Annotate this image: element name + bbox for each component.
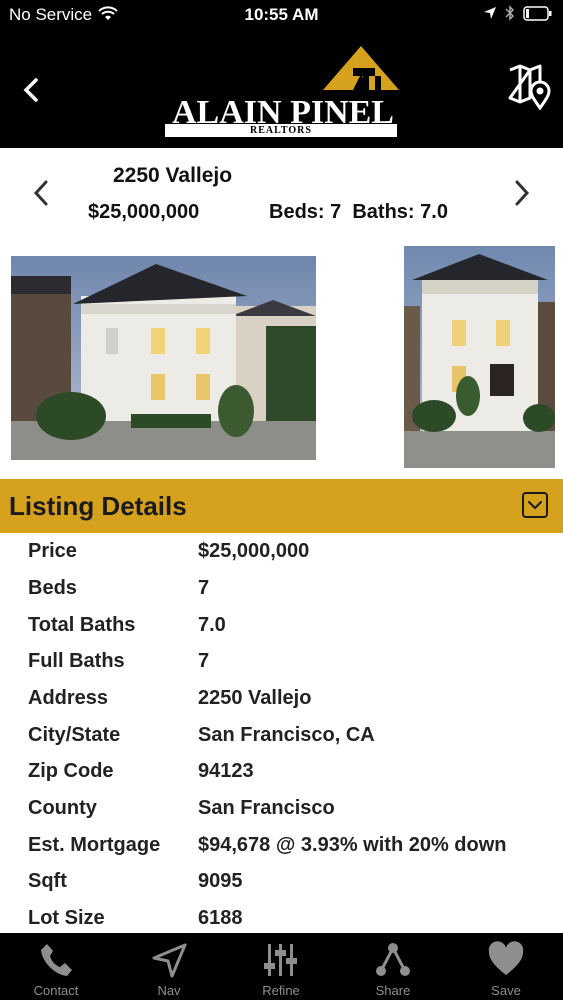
detail-label: Total Baths <box>28 614 136 636</box>
detail-row-zip-code: Zip Code 94123 <box>0 753 563 789</box>
heart-icon <box>488 941 524 975</box>
detail-label: Lot Size <box>28 907 105 929</box>
detail-label: Price <box>28 540 77 562</box>
listing-address: 2250 Vallejo <box>113 164 233 187</box>
section-title: Listing Details <box>9 491 187 521</box>
detail-label: City/State <box>28 724 121 746</box>
detail-row-total-baths: Total Baths 7.0 <box>0 607 563 643</box>
listing-photo[interactable] <box>11 256 316 460</box>
tab-label: Save <box>491 983 521 998</box>
tab-contact[interactable]: Contact <box>0 933 112 1000</box>
detail-label: Zip Code <box>28 760 114 782</box>
clock: 10:55 AM <box>244 5 319 24</box>
detail-row-beds: Beds 7 <box>0 570 563 606</box>
detail-row-address: Address 2250 Vallejo <box>0 680 563 716</box>
bluetooth-icon <box>505 5 515 21</box>
map-button[interactable] <box>507 62 553 111</box>
listing-summary: 2250 Vallejo $25,000,000 Beds: 7 Baths: … <box>0 148 563 240</box>
previous-listing-button[interactable] <box>30 176 52 210</box>
status-bar: No Service 10:55 AM <box>0 0 563 30</box>
listing-photo[interactable] <box>404 246 555 468</box>
listing-details-header[interactable]: Listing Details <box>0 479 563 533</box>
chevron-down-icon <box>528 501 542 510</box>
chevron-right-icon <box>515 180 530 206</box>
listing-beds-baths: Beds: 7 Baths: 7.0 <box>269 201 448 223</box>
battery-icon <box>523 5 552 21</box>
tab-label: Refine <box>262 983 300 998</box>
detail-value: 9095 <box>198 870 243 892</box>
detail-value: San Francisco <box>198 797 335 819</box>
detail-label: Full Baths <box>28 650 125 672</box>
detail-value: $25,000,000 <box>198 540 310 562</box>
detail-row-est-mortgage: Est. Mortgage $94,678 @ 3.93% with 20% d… <box>0 827 563 863</box>
detail-value: 7 <box>198 650 210 672</box>
logo-subtitle: REALTORS <box>250 125 312 136</box>
tab-refine[interactable]: Refine <box>225 933 337 1000</box>
detail-value: 2250 Vallejo <box>198 687 312 709</box>
detail-value: 6188 <box>198 907 243 929</box>
detail-value: San Francisco, CA <box>198 724 375 746</box>
detail-label: Est. Mortgage <box>28 834 161 856</box>
next-listing-button[interactable] <box>511 176 533 210</box>
phone-icon <box>41 944 72 976</box>
detail-row-county: County San Francisco <box>0 790 563 826</box>
chevron-left-icon <box>23 78 38 102</box>
detail-row-sqft: Sqft 9095 <box>0 863 563 899</box>
navigation-icon <box>152 943 187 978</box>
detail-row-price: Price $25,000,000 <box>0 533 563 569</box>
detail-row-city-state: City/State San Francisco, CA <box>0 717 563 753</box>
collapse-button[interactable] <box>522 492 548 518</box>
status-right <box>483 5 553 21</box>
location-arrow-icon <box>484 7 496 19</box>
tab-label: Contact <box>33 983 79 998</box>
tab-nav[interactable]: Nav <box>113 933 225 1000</box>
detail-row-lot-size: Lot Size 6188 <box>0 900 563 936</box>
sliders-icon <box>264 944 297 976</box>
detail-label: Address <box>28 687 109 709</box>
chevron-left-icon <box>33 180 48 206</box>
detail-value: 7 <box>198 577 210 599</box>
detail-label: Sqft <box>28 870 67 892</box>
map-pin-icon <box>508 64 551 111</box>
detail-value: $94,678 @ 3.93% with 20% down <box>198 834 507 856</box>
app-header: ALAIN PINEL REALTORS <box>0 30 563 148</box>
share-icon <box>376 943 410 976</box>
detail-value: 94123 <box>198 760 254 782</box>
tab-label: Share <box>375 983 411 998</box>
tab-label: Nav <box>157 983 181 998</box>
tab-share[interactable]: Share <box>337 933 449 1000</box>
back-button[interactable] <box>16 72 46 108</box>
detail-label: Beds <box>28 577 77 599</box>
detail-value: 7.0 <box>198 614 226 636</box>
tab-save[interactable]: Save <box>450 933 562 1000</box>
detail-row-full-baths: Full Baths 7 <box>0 643 563 679</box>
alain-pinel-logo: ALAIN PINEL REALTORS <box>165 44 401 140</box>
listing-price: $25,000,000 <box>88 201 200 223</box>
bottom-tab-bar: Contact Nav Refine Share Save <box>0 933 563 1000</box>
detail-label: County <box>28 797 97 819</box>
